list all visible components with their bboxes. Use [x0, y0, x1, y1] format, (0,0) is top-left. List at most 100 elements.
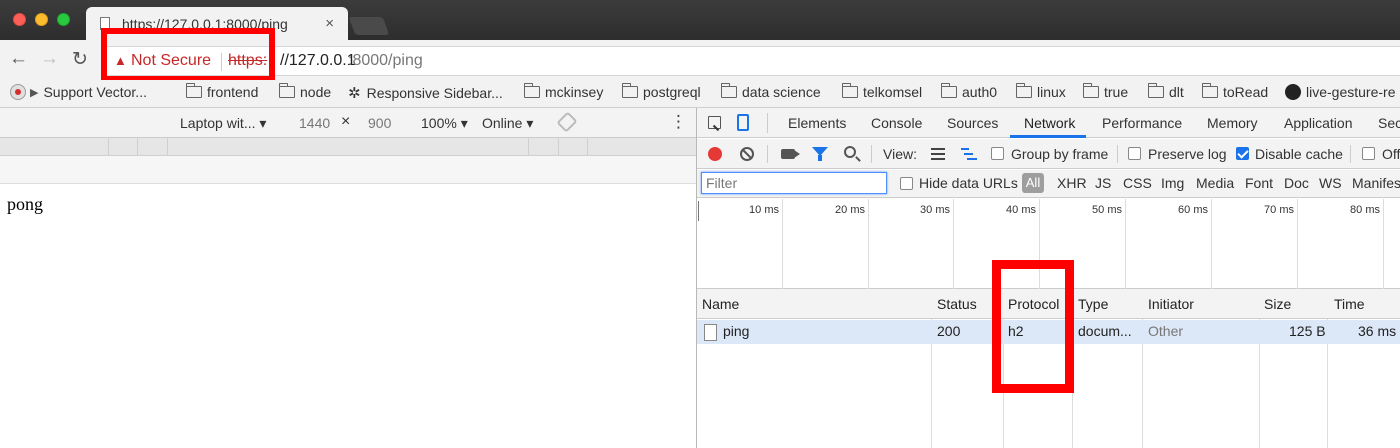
media-query-bar[interactable]: [0, 138, 696, 156]
disable-cache-label: Disable cache: [1255, 146, 1343, 162]
timeline-label: 40 ms: [1006, 204, 1036, 216]
offline-checkbox[interactable]: [1362, 147, 1375, 160]
column-header-name[interactable]: Name: [702, 296, 739, 312]
filter-type-img[interactable]: Img: [1161, 175, 1184, 191]
ruler-tick: [558, 138, 559, 156]
column-header-initiator[interactable]: Initiator: [1148, 296, 1194, 312]
camera-icon[interactable]: [781, 149, 800, 159]
bookmark-live-gesture[interactable]: live-gesture-re: [1285, 84, 1395, 100]
minimize-window-button[interactable]: [35, 13, 48, 26]
bookmark-dlt[interactable]: dlt: [1147, 83, 1184, 100]
new-tab-button[interactable]: [348, 17, 390, 35]
bookmark-postgreql[interactable]: postgreql: [621, 83, 701, 100]
bookmark-label: mckinsey: [545, 84, 604, 100]
cell-name[interactable]: ping: [723, 323, 749, 339]
folder-icon: [841, 83, 858, 98]
timeline-gridline: [1383, 199, 1384, 289]
disable-cache-checkbox[interactable]: [1236, 147, 1249, 160]
rotate-icon[interactable]: [556, 111, 578, 133]
back-arrow-icon[interactable]: ←: [9, 48, 28, 70]
preserve-log-checkbox[interactable]: [1128, 147, 1141, 160]
column-header-status[interactable]: Status: [937, 296, 977, 312]
throttle-select[interactable]: Online ▾: [482, 115, 533, 132]
cell-type: docum...: [1078, 323, 1132, 339]
page-viewport: pong: [0, 184, 696, 448]
page-body-text: pong: [7, 194, 43, 214]
tab-network[interactable]: Network: [1024, 115, 1075, 131]
close-window-button[interactable]: [13, 13, 26, 26]
bookmark-toread[interactable]: toRead: [1201, 83, 1268, 100]
tab-elements[interactable]: Elements: [788, 115, 846, 131]
filter-type-css[interactable]: CSS: [1123, 175, 1152, 191]
bookmark-node[interactable]: node: [278, 83, 331, 100]
filter-type-font[interactable]: Font: [1245, 175, 1273, 191]
record-button[interactable]: [708, 147, 722, 161]
list-view-icon[interactable]: [931, 148, 945, 160]
divider: [871, 145, 872, 163]
tab-close-icon[interactable]: ×: [325, 15, 334, 32]
inspect-element-icon[interactable]: [708, 116, 721, 129]
zoom-select[interactable]: 100% ▾: [421, 115, 468, 132]
bookmark-auth0[interactable]: auth0: [940, 83, 997, 100]
filter-icon[interactable]: [812, 147, 828, 161]
bookmark-frontend[interactable]: frontend: [185, 83, 258, 100]
filter-type-js[interactable]: JS: [1095, 175, 1111, 191]
search-icon[interactable]: [844, 146, 856, 158]
network-filter-bar: Hide data URLs All XHR JS CSS Img Media …: [697, 170, 1400, 198]
bookmark-label: Responsive Sidebar...: [366, 85, 503, 101]
bookmark-linux[interactable]: linux: [1015, 83, 1066, 100]
bookmark-support-vector[interactable]: ▶ Support Vector...: [10, 84, 147, 100]
filter-type-xhr[interactable]: XHR: [1057, 175, 1087, 191]
bookmark-label: linux: [1037, 84, 1066, 100]
more-options-icon[interactable]: ⋮: [670, 112, 687, 132]
forward-arrow-icon[interactable]: →: [40, 48, 59, 70]
tab-performance[interactable]: Performance: [1102, 115, 1182, 131]
device-select[interactable]: Laptop wit... ▾: [180, 115, 266, 132]
divider: [767, 113, 768, 133]
active-tab-indicator: [1010, 135, 1086, 138]
bookmark-telkomsel[interactable]: telkomsel: [841, 83, 923, 100]
tab-application[interactable]: Application: [1284, 115, 1353, 131]
timeline-gridline: [1297, 199, 1298, 289]
bookmark-responsive-sidebar[interactable]: ✲ Responsive Sidebar...: [348, 84, 503, 102]
filter-type-ws[interactable]: WS: [1319, 175, 1342, 191]
reload-icon[interactable]: ↻: [72, 48, 88, 71]
tab-sources[interactable]: Sources: [947, 115, 998, 131]
bookmark-label: Support Vector...: [43, 84, 147, 100]
group-by-frame-label: Group by frame: [1011, 146, 1109, 162]
timeline-gridline: [953, 199, 954, 289]
tab-security[interactable]: Sec: [1378, 115, 1400, 131]
offline-label: Off: [1382, 146, 1400, 162]
filter-type-media[interactable]: Media: [1196, 175, 1234, 191]
filter-input[interactable]: [701, 172, 887, 194]
viewport-width-input[interactable]: 1440: [299, 115, 330, 131]
clear-icon[interactable]: [740, 147, 754, 161]
waterfall-view-icon[interactable]: [961, 148, 977, 160]
column-header-size[interactable]: Size: [1264, 296, 1291, 312]
hide-data-urls-checkbox[interactable]: [900, 177, 913, 190]
bookmark-label: true: [1104, 84, 1129, 100]
bookmark-data-science[interactable]: data science: [720, 83, 821, 100]
view-label: View:: [883, 146, 917, 162]
bookmark-label: telkomsel: [863, 84, 923, 100]
ruler-tick: [108, 138, 109, 156]
filter-type-manifest[interactable]: Manifes: [1352, 175, 1400, 191]
column-header-type[interactable]: Type: [1078, 296, 1108, 312]
url-host: //127.0.0.1: [280, 52, 356, 69]
url-input[interactable]: ▲ Not Secure https: //127.0.0.1 :8000/pi…: [104, 46, 1400, 76]
device-toolbar: Laptop wit... ▾ 1440 × 900 100% ▾ Online…: [0, 108, 696, 138]
folder-icon: [720, 83, 737, 98]
group-by-frame-checkbox[interactable]: [991, 147, 1004, 160]
highlight-box-protocol: [992, 260, 1074, 393]
tab-memory[interactable]: Memory: [1207, 115, 1258, 131]
bookmark-true[interactable]: true: [1082, 83, 1129, 100]
tab-console[interactable]: Console: [871, 115, 922, 131]
filter-type-doc[interactable]: Doc: [1284, 175, 1309, 191]
viewport-height-input[interactable]: 900: [368, 115, 391, 131]
device-toggle-icon[interactable]: [737, 114, 749, 131]
column-header-time[interactable]: Time: [1334, 296, 1365, 312]
maximize-window-button[interactable]: [57, 13, 70, 26]
filter-type-all[interactable]: All: [1022, 173, 1044, 193]
cell-initiator: Other: [1148, 323, 1184, 339]
bookmark-mckinsey[interactable]: mckinsey: [523, 83, 604, 100]
